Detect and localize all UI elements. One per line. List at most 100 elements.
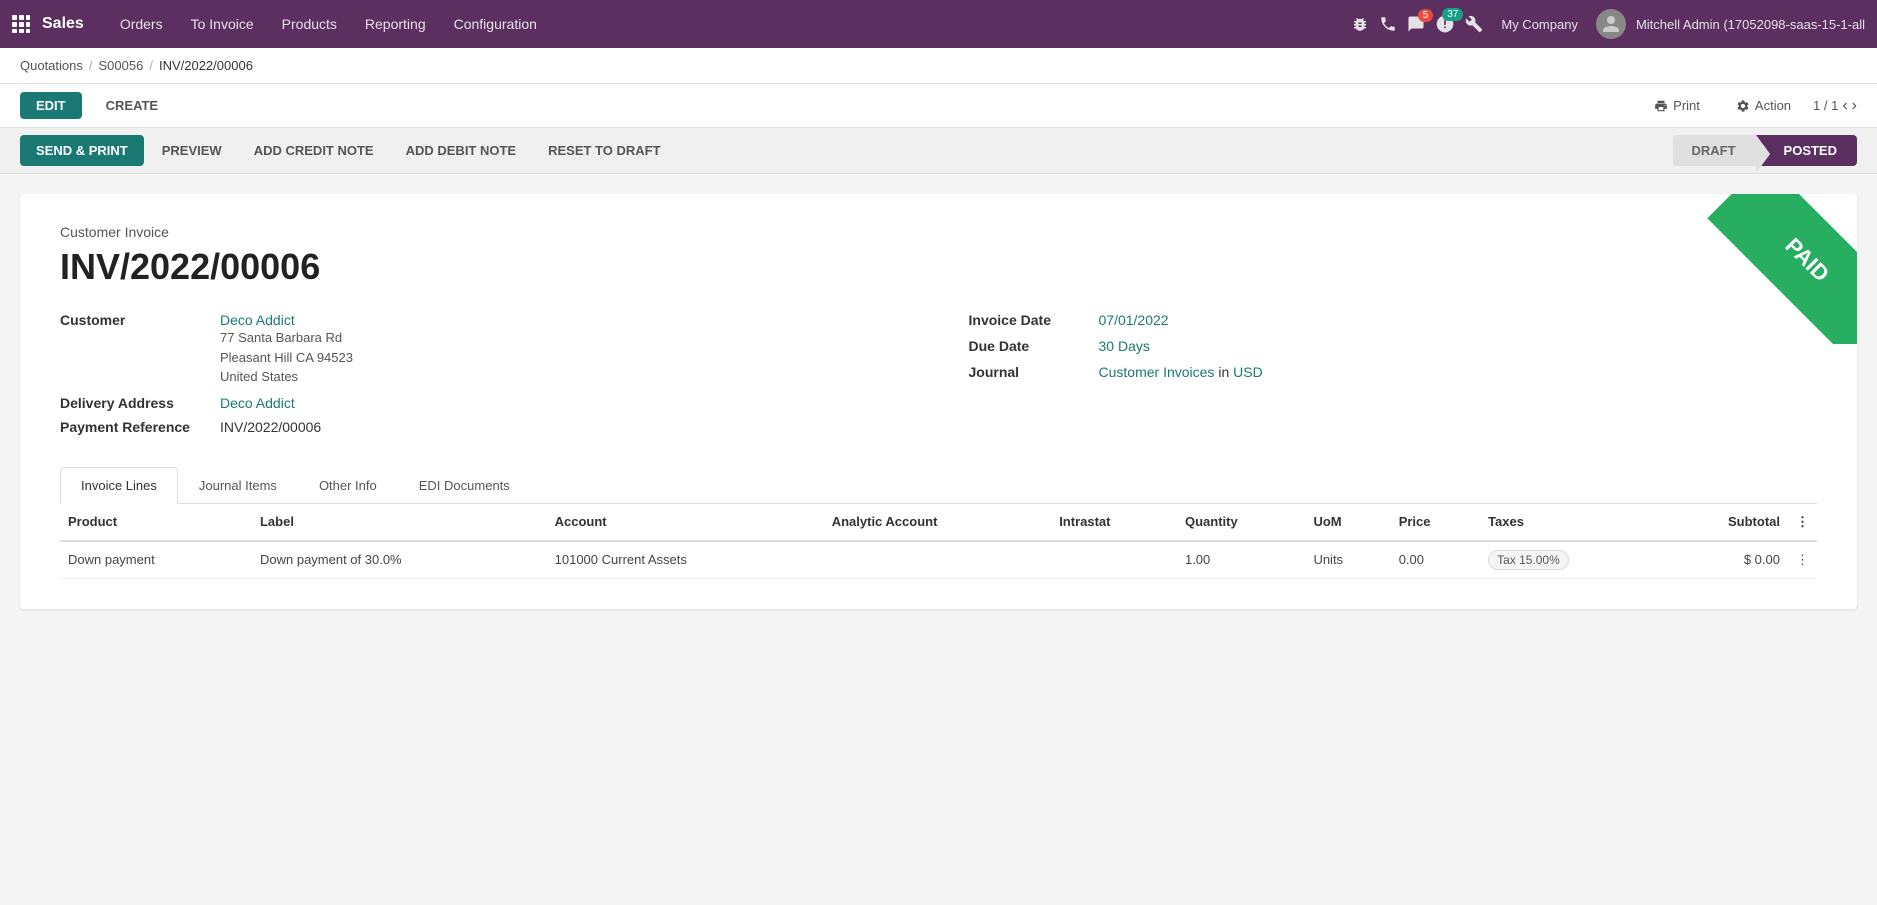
nav-reporting[interactable]: Reporting bbox=[353, 10, 438, 38]
col-product: Product bbox=[60, 504, 252, 541]
preview-button[interactable]: PREVIEW bbox=[148, 135, 236, 166]
customer-label: Customer bbox=[60, 312, 220, 328]
col-options-header: ⋮ bbox=[1788, 504, 1817, 541]
tab-invoice-lines[interactable]: Invoice Lines bbox=[60, 467, 178, 504]
delivery-address-label: Delivery Address bbox=[60, 395, 220, 411]
journal-in-text: in bbox=[1218, 364, 1233, 380]
breadcrumb: Quotations / S00056 / INV/2022/00006 bbox=[0, 48, 1877, 84]
activity-badge: 37 bbox=[1442, 8, 1463, 21]
create-button[interactable]: CREATE bbox=[90, 92, 174, 119]
customer-address: 77 Santa Barbara Rd Pleasant Hill CA 945… bbox=[220, 328, 353, 387]
customer-value: Deco Addict 77 Santa Barbara Rd Pleasant… bbox=[220, 312, 353, 387]
bug-icon[interactable] bbox=[1351, 15, 1369, 33]
breadcrumb-current: INV/2022/00006 bbox=[159, 58, 253, 73]
col-quantity: Quantity bbox=[1177, 504, 1305, 541]
print-button[interactable]: Print bbox=[1640, 92, 1714, 119]
table-row: Down payment Down payment of 30.0% 10100… bbox=[60, 541, 1817, 579]
company-name: My Company bbox=[1501, 17, 1578, 32]
print-icon bbox=[1654, 99, 1668, 113]
invoice-fields: Customer Deco Addict 77 Santa Barbara Rd… bbox=[60, 312, 1817, 443]
app-grid-icon[interactable] bbox=[12, 15, 30, 33]
activity-icon[interactable]: 37 bbox=[1435, 14, 1455, 34]
breadcrumb-sep-1: / bbox=[89, 58, 93, 73]
action-bar: EDIT CREATE Print Action 1 / 1 ‹ › bbox=[0, 84, 1877, 128]
breadcrumb-s00056[interactable]: S00056 bbox=[99, 58, 144, 73]
col-analytic-account: Analytic Account bbox=[824, 504, 1051, 541]
add-debit-note-button[interactable]: ADD DEBIT NOTE bbox=[392, 135, 531, 166]
status-draft[interactable]: DRAFT bbox=[1673, 135, 1755, 166]
invoice-right-fields: Invoice Date 07/01/2022 Due Date 30 Days… bbox=[969, 312, 1818, 443]
status-pipeline: DRAFT POSTED bbox=[1673, 135, 1857, 166]
row-product: Down payment bbox=[60, 541, 252, 579]
chat-icon[interactable]: 5 bbox=[1407, 15, 1425, 33]
delivery-address-value: Deco Addict bbox=[220, 395, 295, 411]
chat-badge: 5 bbox=[1418, 9, 1434, 22]
payment-ref-row: Payment Reference INV/2022/00006 bbox=[60, 419, 909, 435]
journal-name-link[interactable]: Customer Invoices bbox=[1099, 364, 1215, 380]
invoice-date-label: Invoice Date bbox=[969, 312, 1099, 328]
customer-address-line2: Pleasant Hill CA 94523 bbox=[220, 348, 353, 368]
pagination: 1 / 1 ‹ › bbox=[1813, 97, 1857, 115]
customer-name-link[interactable]: Deco Addict bbox=[220, 312, 295, 328]
invoice-left-fields: Customer Deco Addict 77 Santa Barbara Rd… bbox=[60, 312, 909, 443]
prev-page-button[interactable]: ‹ bbox=[1842, 97, 1847, 115]
invoice-card: PAID Customer Invoice INV/2022/00006 Cus… bbox=[20, 194, 1857, 609]
col-subtotal: Subtotal bbox=[1661, 504, 1788, 541]
status-posted[interactable]: POSTED bbox=[1756, 135, 1857, 166]
due-date-value[interactable]: 30 Days bbox=[1099, 338, 1150, 354]
status-bar: SEND & PRINT PREVIEW ADD CREDIT NOTE ADD… bbox=[0, 128, 1877, 174]
col-account: Account bbox=[547, 504, 824, 541]
col-price: Price bbox=[1391, 504, 1480, 541]
invoice-date-row: Invoice Date 07/01/2022 bbox=[969, 312, 1818, 328]
invoice-type: Customer Invoice bbox=[60, 224, 1817, 240]
send-print-button[interactable]: SEND & PRINT bbox=[20, 135, 144, 166]
edit-button[interactable]: EDIT bbox=[20, 92, 82, 119]
breadcrumb-sep-2: / bbox=[149, 58, 153, 73]
delivery-address-link[interactable]: Deco Addict bbox=[220, 395, 295, 411]
col-uom: UoM bbox=[1305, 504, 1390, 541]
tab-edi-documents[interactable]: EDI Documents bbox=[398, 467, 531, 504]
pagination-text: 1 / 1 bbox=[1813, 98, 1838, 113]
invoice-lines-table: Product Label Account Analytic Account I… bbox=[60, 504, 1817, 579]
col-label: Label bbox=[252, 504, 547, 541]
col-taxes: Taxes bbox=[1480, 504, 1661, 541]
print-label: Print bbox=[1673, 98, 1700, 113]
journal-label: Journal bbox=[969, 364, 1099, 380]
due-date-row: Due Date 30 Days bbox=[969, 338, 1818, 354]
row-options-menu[interactable]: ⋮ bbox=[1788, 541, 1817, 579]
phone-icon[interactable] bbox=[1379, 15, 1397, 33]
reset-to-draft-button[interactable]: RESET TO DRAFT bbox=[534, 135, 674, 166]
journal-currency-link[interactable]: USD bbox=[1233, 364, 1263, 380]
journal-value: Customer Invoices in USD bbox=[1099, 364, 1263, 380]
nav-orders[interactable]: Orders bbox=[108, 10, 175, 38]
tax-badge: Tax 15.00% bbox=[1488, 550, 1569, 570]
add-credit-note-button[interactable]: ADD CREDIT NOTE bbox=[240, 135, 388, 166]
row-intrastat bbox=[1051, 541, 1177, 579]
due-date-label: Due Date bbox=[969, 338, 1099, 354]
row-uom: Units bbox=[1305, 541, 1390, 579]
journal-row: Journal Customer Invoices in USD bbox=[969, 364, 1818, 380]
nav-to-invoice[interactable]: To Invoice bbox=[179, 10, 266, 38]
user-avatar[interactable] bbox=[1596, 9, 1626, 39]
gear-icon bbox=[1736, 99, 1750, 113]
invoice-tabs: Invoice Lines Journal Items Other Info E… bbox=[60, 467, 1817, 504]
col-intrastat: Intrastat bbox=[1051, 504, 1177, 541]
top-navigation: Sales Orders To Invoice Products Reporti… bbox=[0, 0, 1877, 48]
tab-journal-items[interactable]: Journal Items bbox=[178, 467, 298, 504]
invoice-date-value: 07/01/2022 bbox=[1099, 312, 1169, 328]
payment-ref-value: INV/2022/00006 bbox=[220, 419, 321, 435]
user-name: Mitchell Admin (17052098-saas-15-1-all bbox=[1636, 17, 1865, 32]
customer-address-line1: 77 Santa Barbara Rd bbox=[220, 328, 353, 348]
invoice-number: INV/2022/00006 bbox=[60, 246, 1817, 288]
row-subtotal: $ 0.00 bbox=[1661, 541, 1788, 579]
row-analytic-account bbox=[824, 541, 1051, 579]
breadcrumb-quotations[interactable]: Quotations bbox=[20, 58, 83, 73]
next-page-button[interactable]: › bbox=[1852, 97, 1857, 115]
row-quantity: 1.00 bbox=[1177, 541, 1305, 579]
payment-ref-label: Payment Reference bbox=[60, 419, 220, 435]
nav-configuration[interactable]: Configuration bbox=[442, 10, 549, 38]
nav-products[interactable]: Products bbox=[270, 10, 349, 38]
tab-other-info[interactable]: Other Info bbox=[298, 467, 398, 504]
tools-icon[interactable] bbox=[1465, 15, 1483, 33]
action-button[interactable]: Action bbox=[1722, 92, 1805, 119]
